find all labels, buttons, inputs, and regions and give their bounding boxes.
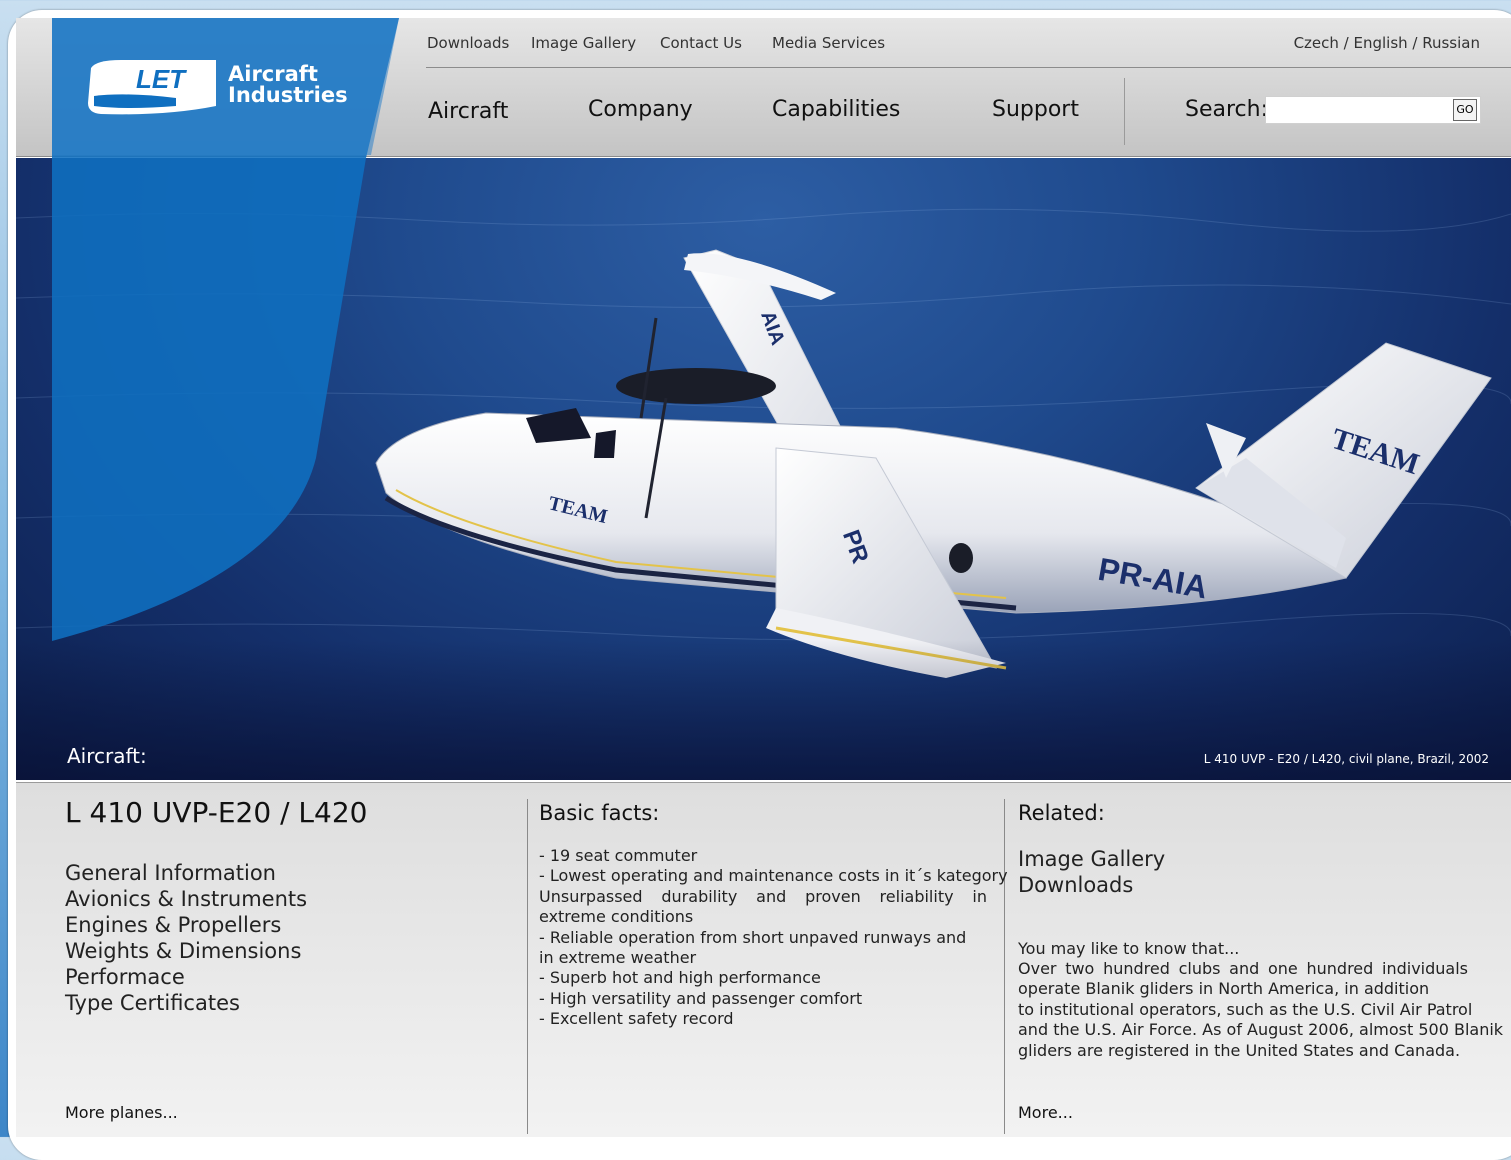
know-line: to institutional operators, such as the …: [1018, 999, 1473, 1019]
aircraft-title: L 410 UVP-E20 / L420: [65, 796, 368, 829]
know-line: operate Blanik gliders in North America,…: [1018, 979, 1430, 999]
nav-company[interactable]: Company: [588, 97, 693, 122]
language-switcher[interactable]: Czech / English / Russian: [1294, 34, 1480, 52]
util-link-contact-us[interactable]: Contact Us: [660, 34, 742, 52]
link-engines-propellers[interactable]: Engines & Propellers: [65, 912, 307, 938]
related-more-link[interactable]: More...: [1018, 1103, 1073, 1122]
page: TEAM TEAM PR-AIA AIA PR Aircraft: L 410 …: [16, 18, 1511, 1137]
search-label: Search:: [1185, 97, 1268, 122]
more-planes-link[interactable]: More planes...: [65, 1103, 178, 1122]
column-divider-2: [1004, 799, 1005, 1134]
nav-capabilities[interactable]: Capabilities: [772, 97, 900, 122]
fact-item: - Superb hot and high performance: [539, 968, 821, 988]
link-avionics-instruments[interactable]: Avionics & Instruments: [65, 886, 307, 912]
fact-item: - High versatility and passenger comfort: [539, 988, 863, 1008]
content-area: L 410 UVP-E20 / L420 General Information…: [16, 783, 1511, 1137]
related-link-downloads[interactable]: Downloads: [1018, 872, 1165, 898]
link-performance[interactable]: Performace: [65, 964, 307, 990]
util-link-downloads[interactable]: Downloads: [427, 34, 509, 52]
hero-caption: L 410 UVP - E20 / L420, civil plane, Bra…: [1203, 752, 1489, 766]
link-general-information[interactable]: General Information: [65, 860, 307, 886]
search-go-button[interactable]: GO: [1453, 99, 1477, 121]
link-type-certificates[interactable]: Type Certificates: [65, 990, 307, 1016]
nav-separator: [1124, 78, 1125, 145]
fact-item: - Lowest operating and maintenance costs…: [539, 866, 1008, 886]
fact-item: - Reliable operation from short unpaved …: [539, 927, 967, 947]
fact-item: - Excellent safety record: [539, 1009, 734, 1029]
did-you-know-text: Over two hundred clubs and one hundred i…: [1018, 959, 1504, 1061]
util-link-media-services[interactable]: Media Services: [772, 34, 885, 52]
let-logo-icon[interactable]: LET: [86, 58, 222, 118]
logo-line-2: Industries: [228, 83, 348, 107]
nav-support[interactable]: Support: [992, 97, 1079, 122]
header-divider: [426, 67, 1511, 68]
related-link-list: Image Gallery Downloads: [1018, 846, 1165, 898]
did-you-know-title: You may like to know that...: [1018, 939, 1240, 958]
fact-item: Unsurpassed durability and proven reliab…: [539, 886, 987, 927]
related-link-image-gallery[interactable]: Image Gallery: [1018, 846, 1165, 872]
fact-item: in extreme weather: [539, 948, 697, 968]
logo-line-1: Aircraft: [228, 62, 318, 86]
related-title: Related:: [1018, 801, 1105, 825]
link-weights-dimensions[interactable]: Weights & Dimensions: [65, 938, 307, 964]
know-line: and the U.S. Air Force. As of August 200…: [1018, 1020, 1504, 1040]
nav-aircraft[interactable]: Aircraft: [428, 99, 508, 124]
column-divider-1: [527, 799, 528, 1134]
search-input[interactable]: [1265, 96, 1481, 124]
logo-mark: LET: [136, 64, 187, 94]
fact-item: - 19 seat commuter: [539, 846, 698, 865]
facts-title: Basic facts:: [539, 801, 660, 825]
util-link-image-gallery[interactable]: Image Gallery: [531, 34, 636, 52]
hero-label: Aircraft:: [67, 744, 147, 768]
facts-list: - 19 seat commuter - Lowest operating an…: [539, 846, 1008, 1030]
know-line: gliders are registered in the United Sta…: [1018, 1040, 1461, 1060]
know-line: Over two hundred clubs and one hundred i…: [1018, 959, 1468, 978]
aircraft-link-list: General Information Avionics & Instrumen…: [65, 860, 307, 1016]
logo-wordmark[interactable]: Aircraft Industries: [228, 64, 348, 106]
